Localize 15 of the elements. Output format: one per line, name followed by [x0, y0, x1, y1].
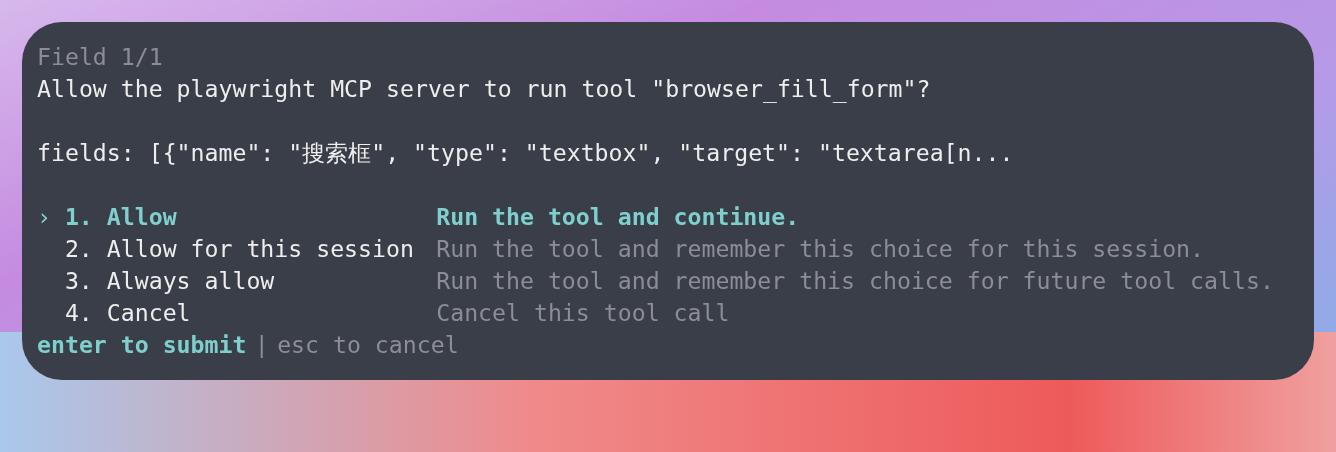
selection-pointer: ›	[37, 202, 51, 232]
option-item[interactable]: 2. Allow for this session	[64, 233, 414, 265]
submit-hint: enter to submit	[37, 331, 247, 358]
option-description: Run the tool and remember this choice for this session.	[436, 234, 1205, 264]
option-item[interactable]: 3. Always allow	[64, 265, 275, 297]
field-counter: Field 1/1	[37, 43, 163, 70]
prompt-question: Allow the playwright MCP server to run tool "browser_fill_form"?	[37, 75, 931, 102]
option-description: Run the tool and remember this choice for future tool calls.	[436, 266, 1274, 296]
separator: |	[254, 331, 269, 358]
cancel-hint: esc to cancel	[277, 331, 459, 358]
option-item[interactable]: 1. Allow	[64, 201, 177, 233]
tool-arguments: fields: [{"name": "搜索框", "type": "textbox", "target": "textarea[n...	[37, 139, 1014, 166]
option-description: Cancel this tool call	[436, 298, 730, 328]
option-description: Run the tool and continue.	[436, 202, 800, 232]
option-item[interactable]: 4. Cancel	[64, 297, 191, 329]
